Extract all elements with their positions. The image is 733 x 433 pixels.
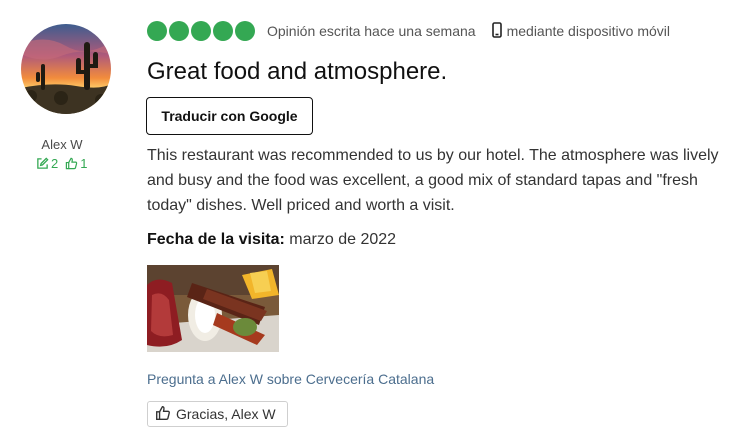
review-meta: Opinión escrita hace una semana mediante… — [147, 21, 670, 41]
user-name[interactable]: Alex W — [0, 137, 124, 152]
review-photo[interactable] — [147, 265, 279, 352]
device-text: mediante dispositivo móvil — [506, 23, 670, 39]
helpful-votes-count: 1 — [80, 156, 88, 171]
thumbs-up-icon — [155, 405, 171, 424]
user-stats: 2 1 — [36, 156, 87, 171]
thanks-button[interactable]: Gracias, Alex W — [147, 401, 288, 427]
thanks-label: Gracias, Alex W — [176, 406, 276, 422]
review-body: This restaurant was recommended to us by… — [147, 147, 719, 214]
rating-bubbles — [147, 21, 255, 41]
rating-bubble — [235, 21, 255, 41]
visit-date-label: Fecha de la visita: — [147, 231, 285, 248]
review-title[interactable]: Great food and atmosphere. — [147, 58, 447, 86]
written-date: Opinión escrita hace una semana — [267, 23, 476, 39]
rating-bubble — [147, 21, 167, 41]
contributions-count: 2 — [51, 156, 59, 171]
visit-date-row: Fecha de la visita: marzo de 2022 — [147, 231, 396, 249]
ask-user-link[interactable]: Pregunta a Alex W sobre Cervecería Catal… — [147, 371, 434, 387]
rating-bubble — [191, 21, 211, 41]
translate-button[interactable]: Traducir con Google — [146, 97, 313, 135]
edit-icon — [36, 157, 49, 170]
device-info: mediante dispositivo móvil — [491, 21, 670, 41]
thumbs-up-icon — [65, 157, 78, 170]
user-avatar[interactable] — [21, 24, 111, 114]
rating-bubble — [213, 21, 233, 41]
rating-bubble — [169, 21, 189, 41]
visit-date-value: marzo de 2022 — [289, 231, 397, 248]
mobile-phone-icon — [491, 21, 507, 41]
